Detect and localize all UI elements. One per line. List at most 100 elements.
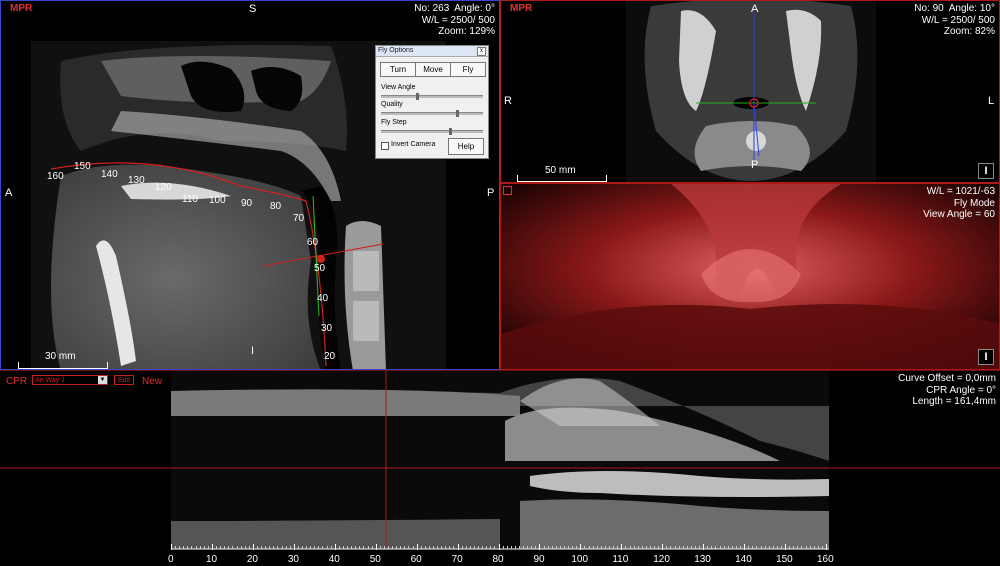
view-angle-slider[interactable] xyxy=(381,93,483,100)
cpr-minor-tick xyxy=(670,546,672,549)
cpr-minor-tick xyxy=(609,546,611,549)
axial-info-badge[interactable]: I xyxy=(978,163,994,179)
fly-step-label: Fly Step xyxy=(381,119,407,126)
fly-button[interactable]: Fly xyxy=(450,62,486,77)
axial-scale-bar xyxy=(517,175,607,182)
axial-viewport[interactable]: MPR No: 90 Angle: 10° W/L = 2500/ 500 Zo… xyxy=(500,0,1000,183)
cpr-major-tick xyxy=(498,544,500,550)
axial-orient-right: L xyxy=(988,95,995,107)
volume-render-viewport[interactable]: W/L = 1021/-63 Fly Mode View Angle = 60 … xyxy=(500,183,1000,370)
cpr-minor-tick xyxy=(420,546,422,549)
cpr-minor-tick xyxy=(523,546,525,549)
cpr-minor-tick xyxy=(191,546,193,549)
cpr-minor-tick xyxy=(265,546,267,549)
cpr-minor-tick xyxy=(584,546,586,549)
cpr-minor-tick xyxy=(232,546,234,549)
cpr-minor-tick xyxy=(302,546,303,549)
cpr-minor-tick xyxy=(428,546,430,549)
cpr-minor-tick xyxy=(740,546,742,549)
view-angle-label: View Angle xyxy=(381,84,416,91)
cpr-minor-tick xyxy=(727,546,729,549)
cpr-minor-tick xyxy=(649,546,651,549)
chevron-down-icon[interactable]: ▼ xyxy=(98,376,107,384)
cpr-major-tick xyxy=(171,544,172,550)
cpr-minor-tick xyxy=(801,546,803,549)
ruler-label: 90 xyxy=(241,198,253,209)
ruler-label: 40 xyxy=(317,293,329,304)
cpr-minor-tick xyxy=(179,546,181,549)
cpr-tick-label: 100 xyxy=(571,554,589,565)
view-angle-thumb[interactable] xyxy=(416,93,419,100)
close-icon[interactable]: x xyxy=(477,47,486,56)
cpr-minor-tick xyxy=(236,546,238,549)
cpr-minor-tick xyxy=(805,546,807,549)
cpr-minor-tick xyxy=(559,546,561,549)
quality-thumb[interactable] xyxy=(456,110,459,117)
cpr-minor-tick xyxy=(261,546,263,549)
cpr-minor-tick xyxy=(306,546,308,549)
cpr-minor-tick xyxy=(240,546,242,549)
cpr-minor-tick xyxy=(772,546,774,549)
help-button[interactable]: Help xyxy=(448,138,484,155)
ruler-label: 20 xyxy=(324,351,336,362)
cpr-tick-label: 70 xyxy=(451,554,463,565)
cpr-minor-tick xyxy=(363,546,365,549)
cpr-tick-label: 90 xyxy=(533,554,545,565)
quality-slider[interactable] xyxy=(381,110,483,117)
axial-mode-label: MPR xyxy=(510,3,533,14)
cpr-minor-tick xyxy=(310,546,312,549)
turn-button[interactable]: Turn xyxy=(380,62,416,77)
cpr-mode-label: CPR xyxy=(6,376,28,387)
new-button[interactable]: New xyxy=(142,376,162,387)
axial-info: No: 90 Angle: 10° W/L = 2500/ 500 Zoom: … xyxy=(914,3,995,37)
cpr-major-tick xyxy=(580,544,582,550)
cpr-tick-label: 60 xyxy=(410,554,422,565)
ruler-label: 110 xyxy=(182,194,198,205)
sagittal-viewport[interactable]: MPR No: 263 Angle: 0° W/L = 2500/ 500 Zo… xyxy=(0,0,500,370)
cpr-minor-tick xyxy=(625,546,627,549)
fly-options-dialog[interactable]: Fly Options x Turn Move Fly View Angle Q… xyxy=(375,45,489,159)
cpr-minor-tick xyxy=(322,546,324,549)
cpr-viewport[interactable]: CPR Air Way 1 ▼ Edit New Curve Offset = … xyxy=(0,370,1000,566)
edit-button[interactable]: Edit xyxy=(114,375,135,385)
cpr-minor-tick xyxy=(518,546,520,549)
cpr-minor-tick xyxy=(273,546,275,549)
cpr-major-tick xyxy=(293,544,295,550)
cpr-minor-tick xyxy=(326,546,328,549)
sagittal-info: No: 263 Angle: 0° W/L = 2500/ 500 Zoom: … xyxy=(414,3,495,37)
sagittal-orient-right: P xyxy=(487,187,495,199)
axial-orient-left: R xyxy=(504,95,512,107)
cpr-minor-tick xyxy=(437,546,439,549)
cpr-minor-tick xyxy=(641,546,643,549)
ruler-label: 80 xyxy=(270,201,282,212)
cpr-image xyxy=(0,371,1000,550)
airway-select[interactable]: Air Way 1 ▼ xyxy=(32,375,108,385)
cpr-minor-tick xyxy=(715,546,717,549)
cpr-tick-label: 130 xyxy=(694,554,711,565)
invert-camera-checkbox[interactable] xyxy=(381,142,389,150)
cpr-minor-tick xyxy=(666,546,668,549)
ruler-label: 160 xyxy=(47,171,64,182)
cpr-minor-tick xyxy=(412,546,414,549)
cpr-minor-tick xyxy=(613,546,615,549)
volume-corner-marker[interactable] xyxy=(503,186,512,195)
cpr-tick-label: 110 xyxy=(612,554,629,565)
cpr-minor-tick xyxy=(224,546,226,549)
cpr-minor-tick xyxy=(449,546,451,549)
volume-info-badge[interactable]: I xyxy=(978,349,994,365)
cpr-minor-tick xyxy=(203,546,205,549)
fly-options-title: Fly Options xyxy=(376,46,488,57)
cpr-tick-label: 20 xyxy=(246,554,258,565)
cpr-minor-tick xyxy=(776,546,778,549)
quality-label: Quality xyxy=(381,101,403,108)
cpr-minor-tick xyxy=(527,546,529,549)
cpr-minor-tick xyxy=(256,546,258,549)
cpr-minor-tick xyxy=(711,546,713,549)
move-button[interactable]: Move xyxy=(415,62,451,77)
cpr-minor-tick xyxy=(682,546,684,549)
fly-step-thumb[interactable] xyxy=(449,128,452,135)
fly-step-slider[interactable] xyxy=(381,128,483,135)
cpr-major-tick xyxy=(457,544,459,550)
cpr-minor-tick xyxy=(404,546,406,549)
cpr-minor-tick xyxy=(514,546,516,549)
